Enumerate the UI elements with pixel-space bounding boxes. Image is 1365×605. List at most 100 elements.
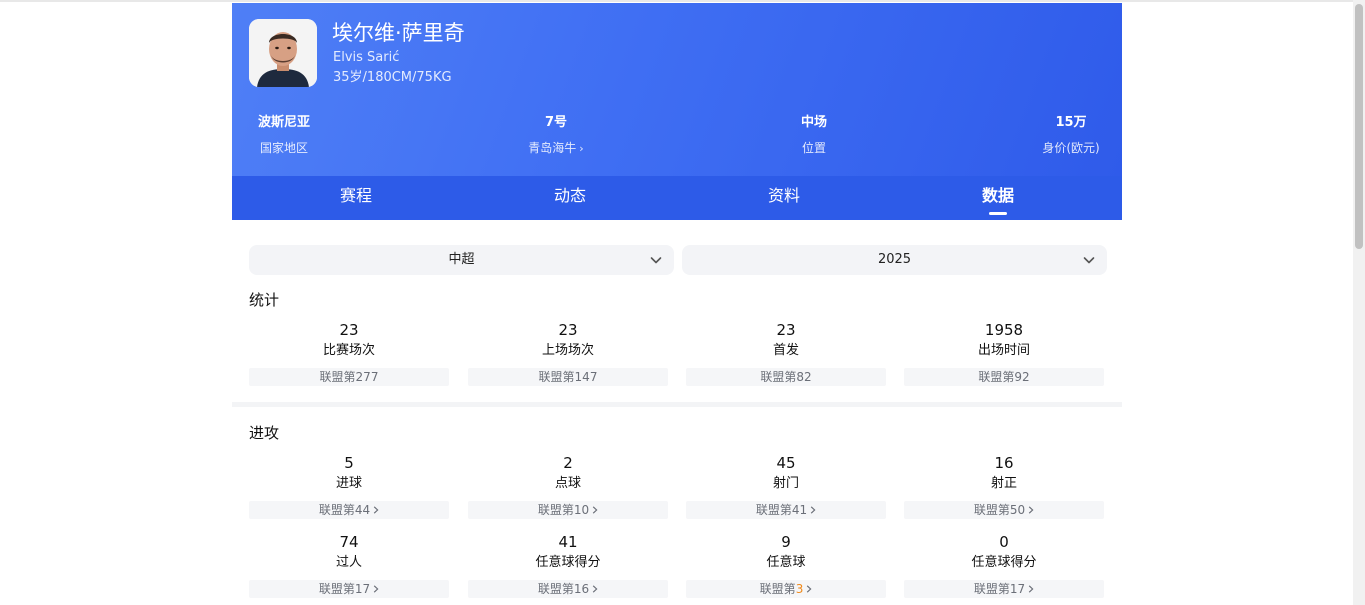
stat-rank-link[interactable]: 联盟第3	[686, 580, 886, 598]
tab-schedule-label: 赛程	[339, 186, 372, 205]
info-club[interactable]: 7号 青岛海牛 ›	[516, 113, 596, 158]
info-market-value-value: 15万	[1055, 115, 1087, 130]
rank-prefix: 联盟第	[318, 503, 355, 517]
chevron-right-icon: ›	[579, 142, 584, 155]
stat-value: 23	[776, 321, 796, 339]
stat-value: 23	[558, 321, 578, 339]
chevron-right-icon	[592, 585, 598, 593]
player-header: 埃尔维·萨里奇 Elvis Sarić 35岁/180CM/75KG 波斯尼亚 …	[232, 3, 1122, 176]
chevron-right-icon	[1028, 506, 1034, 514]
tab-data-label: 数据	[981, 186, 1014, 205]
tab-news[interactable]: 动态	[510, 176, 630, 220]
rank-prefix: 联盟第	[537, 582, 574, 596]
stat-label: 任意球得分	[971, 555, 1037, 570]
stat-value: 23	[339, 321, 359, 339]
info-position: 中场 位置	[784, 113, 844, 157]
stat-label: 任意球得分	[535, 555, 601, 570]
active-tab-indicator	[989, 212, 1007, 215]
player-bio: 35岁/180CM/75KG	[333, 70, 452, 85]
stat-shots-on-target: 16 射正 联盟第50	[904, 453, 1104, 519]
stat-starts: 23 首发 联盟第82	[686, 320, 886, 386]
stat-dribbles: 74 过人 联盟第17	[249, 532, 449, 598]
info-country-label: 国家地区	[259, 141, 308, 155]
tab-news-label: 动态	[553, 186, 586, 205]
stat-value: 2	[563, 454, 573, 472]
attack-section-title: 进攻	[249, 424, 280, 442]
stat-value: 5	[344, 454, 354, 472]
stat-label: 出场时间	[977, 343, 1030, 358]
stat-value: 0	[999, 533, 1009, 551]
top-border	[0, 0, 1365, 2]
stat-goals: 5 进球 联盟第44	[249, 453, 449, 519]
stat-label: 过人	[335, 555, 362, 570]
stat-label: 比赛场次	[322, 343, 375, 358]
player-avatar	[249, 19, 317, 87]
stat-rank-link[interactable]: 联盟第16	[468, 580, 668, 598]
stat-rank-link[interactable]: 联盟第17	[904, 580, 1104, 598]
chevron-right-icon	[373, 585, 379, 593]
filter-bar: 中超 2025	[249, 245, 1107, 275]
chevron-right-icon	[810, 506, 816, 514]
stat-value: 41	[558, 533, 578, 551]
stat-rank-link[interactable]: 联盟第41	[686, 501, 886, 519]
tab-schedule[interactable]: 赛程	[296, 176, 416, 220]
league-select-value: 中超	[448, 252, 475, 267]
rank-number: 16	[573, 582, 590, 596]
info-club-value: 7号	[544, 115, 568, 130]
rank-prefix: 联盟第	[537, 503, 574, 517]
player-info-row: 波斯尼亚 国家地区 7号 青岛海牛 › 中场 位置 15万 身价(欧元)	[232, 113, 1122, 163]
season-select[interactable]: 2025	[682, 245, 1107, 275]
rank-number-highlight: 3	[795, 582, 804, 596]
stat-label: 进球	[335, 476, 362, 491]
stat-minutes: 1958 出场时间 联盟第92	[904, 320, 1104, 386]
section-divider	[232, 402, 1122, 407]
stat-rank: 联盟第147	[468, 368, 668, 386]
stat-rank: 联盟第92	[904, 368, 1104, 386]
tab-data[interactable]: 数据	[938, 176, 1058, 220]
rank-number: 17	[1009, 582, 1026, 596]
stat-free-kick-goals-2: 0 任意球得分 联盟第17	[904, 532, 1104, 598]
stat-appearances: 23 上场场次 联盟第147	[468, 320, 668, 386]
league-select[interactable]: 中超	[249, 245, 674, 275]
info-club-label: 青岛海牛	[528, 141, 577, 155]
stat-value: 16	[994, 454, 1014, 472]
rank-number: 10	[573, 503, 590, 517]
tab-profile[interactable]: 资料	[724, 176, 844, 220]
stat-rank-link[interactable]: 联盟第44	[249, 501, 449, 519]
scrollbar-thumb[interactable]	[1355, 4, 1363, 249]
player-name-cn: 埃尔维·萨里奇	[332, 21, 465, 45]
chevron-right-icon	[373, 506, 379, 514]
info-position-value: 中场	[800, 115, 827, 130]
stat-rank-link[interactable]: 联盟第17	[249, 580, 449, 598]
stat-rank: 联盟第277	[249, 368, 449, 386]
stat-shots: 45 射门 联盟第41	[686, 453, 886, 519]
page-scrollbar[interactable]	[1353, 0, 1365, 605]
stat-label: 射门	[772, 476, 799, 491]
stat-label: 任意球	[766, 555, 806, 570]
stat-label: 上场场次	[541, 343, 594, 358]
chevron-right-icon	[807, 585, 812, 593]
chevron-right-icon	[592, 506, 598, 514]
chevron-down-icon	[650, 257, 662, 264]
stat-rank-link[interactable]: 联盟第50	[904, 501, 1104, 519]
chevron-right-icon	[1028, 585, 1034, 593]
rank-prefix: 联盟第	[973, 503, 1010, 517]
stat-value: 9	[781, 533, 791, 551]
stat-free-kick-goals: 41 任意球得分 联盟第16	[468, 532, 668, 598]
stat-value: 74	[339, 533, 359, 551]
info-country-value: 波斯尼亚	[257, 115, 310, 130]
rank-number: 41	[791, 503, 808, 517]
rank-prefix: 联盟第	[759, 582, 796, 596]
info-club-link[interactable]: 青岛海牛 ›	[516, 139, 596, 158]
info-market-value-label: 身价(欧元)	[1042, 141, 1100, 155]
chevron-down-icon	[1083, 257, 1095, 264]
info-position-label: 位置	[801, 141, 826, 155]
stat-rank: 联盟第82	[686, 368, 886, 386]
stat-rank-link[interactable]: 联盟第10	[468, 501, 668, 519]
tab-bar: 赛程 动态 资料 数据	[232, 176, 1122, 220]
stat-penalties: 2 点球 联盟第10	[468, 453, 668, 519]
rank-number: 44	[354, 503, 371, 517]
player-name-en: Elvis Sarić	[333, 50, 400, 65]
stat-label: 点球	[554, 476, 581, 491]
stat-value: 45	[776, 454, 796, 472]
